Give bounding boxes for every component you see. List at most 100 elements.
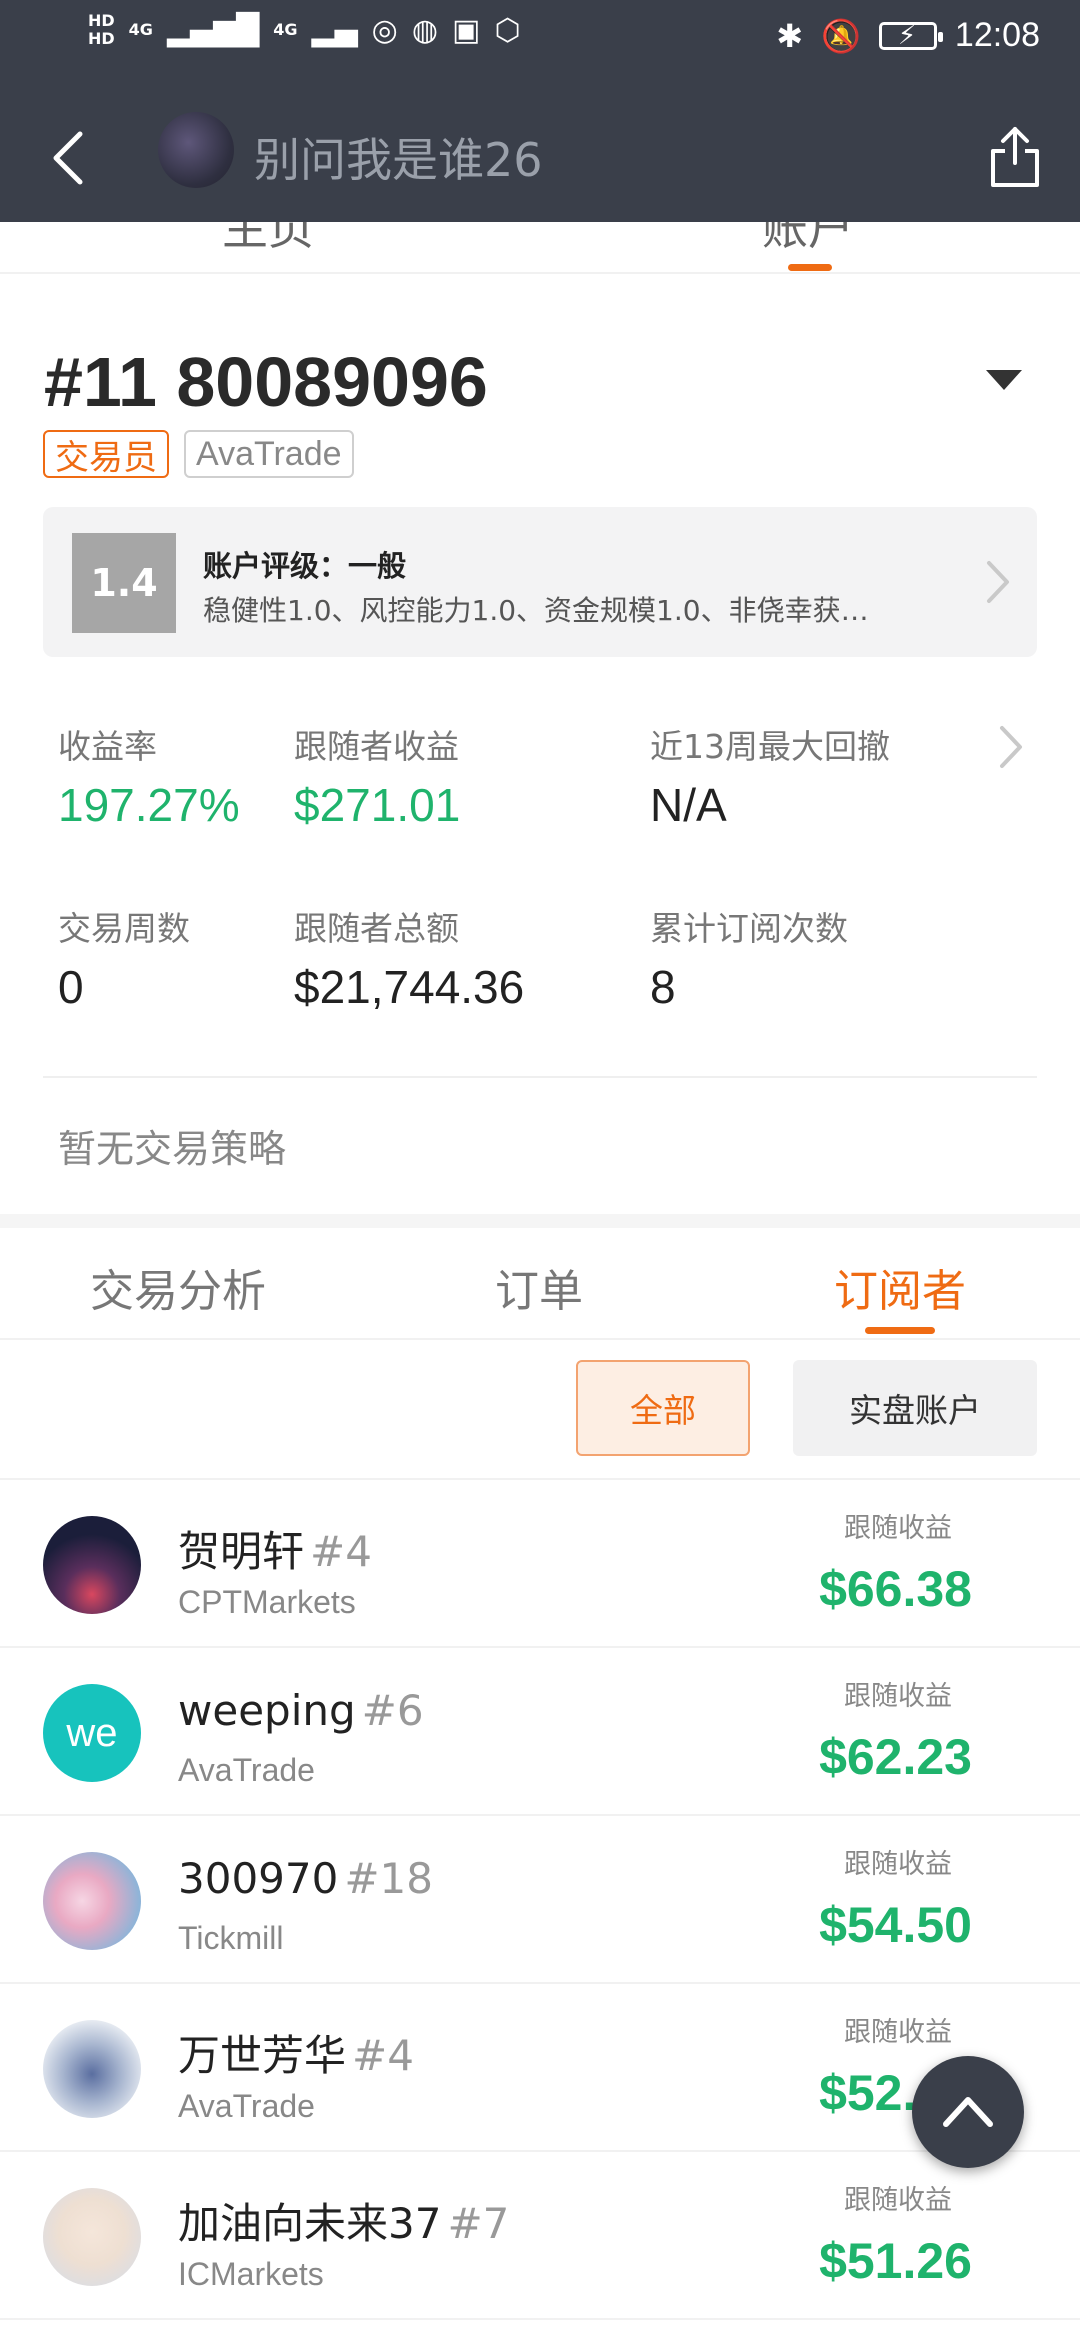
chevron-left-icon bbox=[53, 131, 83, 185]
follow-profit-label: 跟随收益 bbox=[844, 1681, 952, 1712]
hd-indicator: HD HD bbox=[88, 12, 115, 48]
avatar bbox=[43, 2188, 141, 2286]
follow-profit-label: 跟随收益 bbox=[844, 1513, 952, 1544]
follow-profit-value: $51.26 bbox=[819, 2233, 972, 2289]
tab-active-underline bbox=[865, 1327, 935, 1334]
filter-real-account-button[interactable]: 实盘账户 bbox=[793, 1360, 1037, 1456]
rating-description: 稳健性1.0、风控能力1.0、资金规模1.0、非侥幸获… bbox=[203, 594, 869, 627]
list-item[interactable]: 贺明轩 #4 CPTMarkets 跟随收益 $66.38 bbox=[0, 1480, 1080, 1648]
account-dropdown-icon[interactable] bbox=[986, 370, 1022, 390]
trade-weeks-value: 0 bbox=[58, 961, 84, 1013]
max-drawdown-value: N/A bbox=[650, 779, 727, 831]
tab-home-peek[interactable]: 主页 bbox=[222, 222, 314, 258]
avatar bbox=[43, 1516, 141, 1614]
hotspot-icon: ◎ bbox=[371, 12, 398, 48]
share-button[interactable] bbox=[980, 116, 1050, 196]
subscriber-rank: #7 bbox=[447, 2199, 510, 2248]
hidden-top-tabs: 主页 账户 bbox=[0, 222, 1080, 274]
subscriptions-label: 累计订阅次数 bbox=[650, 909, 848, 948]
filter-all-button[interactable]: 全部 bbox=[576, 1360, 750, 1456]
trade-weeks-label: 交易周数 bbox=[58, 909, 190, 948]
tab-orders[interactable]: 订单 bbox=[495, 1255, 583, 1319]
account-rating-card[interactable]: 1.4 账户评级：一般 稳健性1.0、风控能力1.0、资金规模1.0、非侥幸获… bbox=[43, 507, 1037, 657]
role-tag: 交易员 bbox=[43, 430, 169, 478]
return-label: 收益率 bbox=[58, 727, 157, 766]
subscriber-broker: AvaTrade bbox=[178, 1752, 315, 1788]
avatar: we bbox=[43, 1684, 141, 1782]
back-button[interactable] bbox=[38, 118, 98, 198]
rating-title: 账户评级：一般 bbox=[203, 549, 407, 583]
subscriber-broker: Tickmill bbox=[178, 1920, 284, 1956]
hand-icon: ⬡ bbox=[494, 12, 521, 48]
follower-total-value: $21,744.36 bbox=[294, 961, 525, 1013]
network-label-2: 4G bbox=[273, 20, 298, 39]
subscriber-broker: ICMarkets bbox=[178, 2256, 324, 2292]
follow-profit-label: 跟随收益 bbox=[844, 2017, 952, 2048]
follow-profit-label: 跟随收益 bbox=[844, 2185, 952, 2216]
battery-icon: ⚡ bbox=[878, 21, 943, 51]
subscriber-rank: #4 bbox=[310, 1527, 372, 1576]
subscriber-broker: CPTMarkets bbox=[178, 1584, 356, 1620]
max-drawdown-label: 近13周最大回撤 bbox=[650, 727, 890, 766]
follow-profit-value: $66.38 bbox=[819, 1561, 972, 1617]
share-icon bbox=[991, 127, 1039, 187]
subscriber-name: 万世芳华 #4 bbox=[178, 2022, 414, 2083]
subscriber-name-text: 贺明轩 bbox=[178, 1527, 305, 1576]
list-item[interactable]: we weeping #6 AvaTrade 跟随收益 $62.23 bbox=[0, 1648, 1080, 1816]
return-value: 197.27% bbox=[58, 779, 240, 831]
strategy-text: 暂无交易策略 bbox=[58, 1127, 287, 1171]
network-label-1: 4G bbox=[128, 20, 153, 39]
subscriber-name-text: 万世芳华 bbox=[178, 2031, 347, 2080]
tab-account-underline bbox=[788, 264, 832, 271]
status-left: HD HD 4G ▂▄▆█ 4G ▂▄ ◎ ◍ ▣ ⬡ bbox=[88, 12, 521, 48]
bluetooth-icon: ✱ bbox=[776, 16, 804, 55]
follow-profit-value: $62.23 bbox=[819, 1729, 972, 1785]
chevron-up-icon bbox=[943, 2097, 993, 2127]
scroll-to-top-button[interactable] bbox=[912, 2056, 1024, 2168]
status-time: 12:08 bbox=[954, 16, 1040, 54]
subscriptions-value: 8 bbox=[650, 961, 676, 1013]
stats-chevron-right-icon[interactable] bbox=[996, 722, 1026, 772]
status-right: ✱ 🔕 ⚡ 12:08 bbox=[776, 16, 1040, 55]
subscriber-name: 300970 #18 bbox=[178, 1854, 433, 1903]
divider bbox=[43, 1076, 1037, 1078]
signal-weak-icon: ▂▄ bbox=[311, 12, 358, 48]
trader-avatar bbox=[158, 112, 234, 188]
broker-tag: AvaTrade bbox=[184, 430, 354, 478]
status-bar: HD HD 4G ▂▄▆█ 4G ▂▄ ◎ ◍ ▣ ⬡ ✱ 🔕 ⚡ 12:08 bbox=[0, 0, 1080, 80]
subscriber-name-text: 加油向未来37 bbox=[178, 2199, 442, 2248]
subscriber-name-text: weeping bbox=[178, 1686, 356, 1735]
follow-profit-label: 跟随收益 bbox=[844, 1849, 952, 1880]
tabs-divider bbox=[0, 1338, 1080, 1340]
signal-icon: ▂▄▆█ bbox=[166, 12, 260, 48]
subscriber-name-text: 300970 bbox=[178, 1854, 339, 1903]
chevron-right-icon bbox=[987, 561, 1009, 603]
subscriber-name: 贺明轩 #4 bbox=[178, 1518, 372, 1579]
list-item[interactable]: 加油向未来37 #7 ICMarkets 跟随收益 $51.26 bbox=[0, 2152, 1080, 2320]
rating-score: 1.4 bbox=[72, 533, 176, 633]
avatar bbox=[43, 1852, 141, 1950]
tab-subscribers[interactable]: 订阅者 bbox=[834, 1255, 966, 1319]
nav-row: 别问我是谁26 bbox=[0, 110, 1080, 210]
top-bar: HD HD 4G ▂▄▆█ 4G ▂▄ ◎ ◍ ▣ ⬡ ✱ 🔕 ⚡ 12:08 … bbox=[0, 0, 1080, 222]
follower-profit-label: 跟随者收益 bbox=[294, 727, 459, 766]
section-gap bbox=[0, 1214, 1080, 1228]
account-title: #11 80089096 bbox=[44, 343, 488, 421]
hd-label-2: HD bbox=[88, 29, 115, 48]
avatar bbox=[43, 2020, 141, 2118]
subscriber-rank: #18 bbox=[344, 1854, 433, 1903]
subscriber-rank: #4 bbox=[352, 2031, 414, 2080]
tab-account-peek[interactable]: 账户 bbox=[762, 222, 854, 258]
app-icon: ▣ bbox=[452, 12, 481, 48]
follower-total-label: 跟随者总额 bbox=[294, 909, 459, 948]
follow-profit-value: $54.50 bbox=[819, 1897, 972, 1953]
subscriber-rank: #6 bbox=[361, 1686, 424, 1735]
mute-icon: 🔕 bbox=[821, 16, 861, 55]
subscriber-name: weeping #6 bbox=[178, 1686, 424, 1735]
subscriber-name: 加油向未来37 #7 bbox=[178, 2190, 509, 2251]
hd-label-1: HD bbox=[88, 11, 115, 30]
globe-icon: ◍ bbox=[411, 12, 439, 48]
tab-trade-analysis[interactable]: 交易分析 bbox=[90, 1255, 266, 1319]
follower-profit-value: $271.01 bbox=[294, 779, 461, 831]
list-item[interactable]: 300970 #18 Tickmill 跟随收益 $54.50 bbox=[0, 1816, 1080, 1984]
